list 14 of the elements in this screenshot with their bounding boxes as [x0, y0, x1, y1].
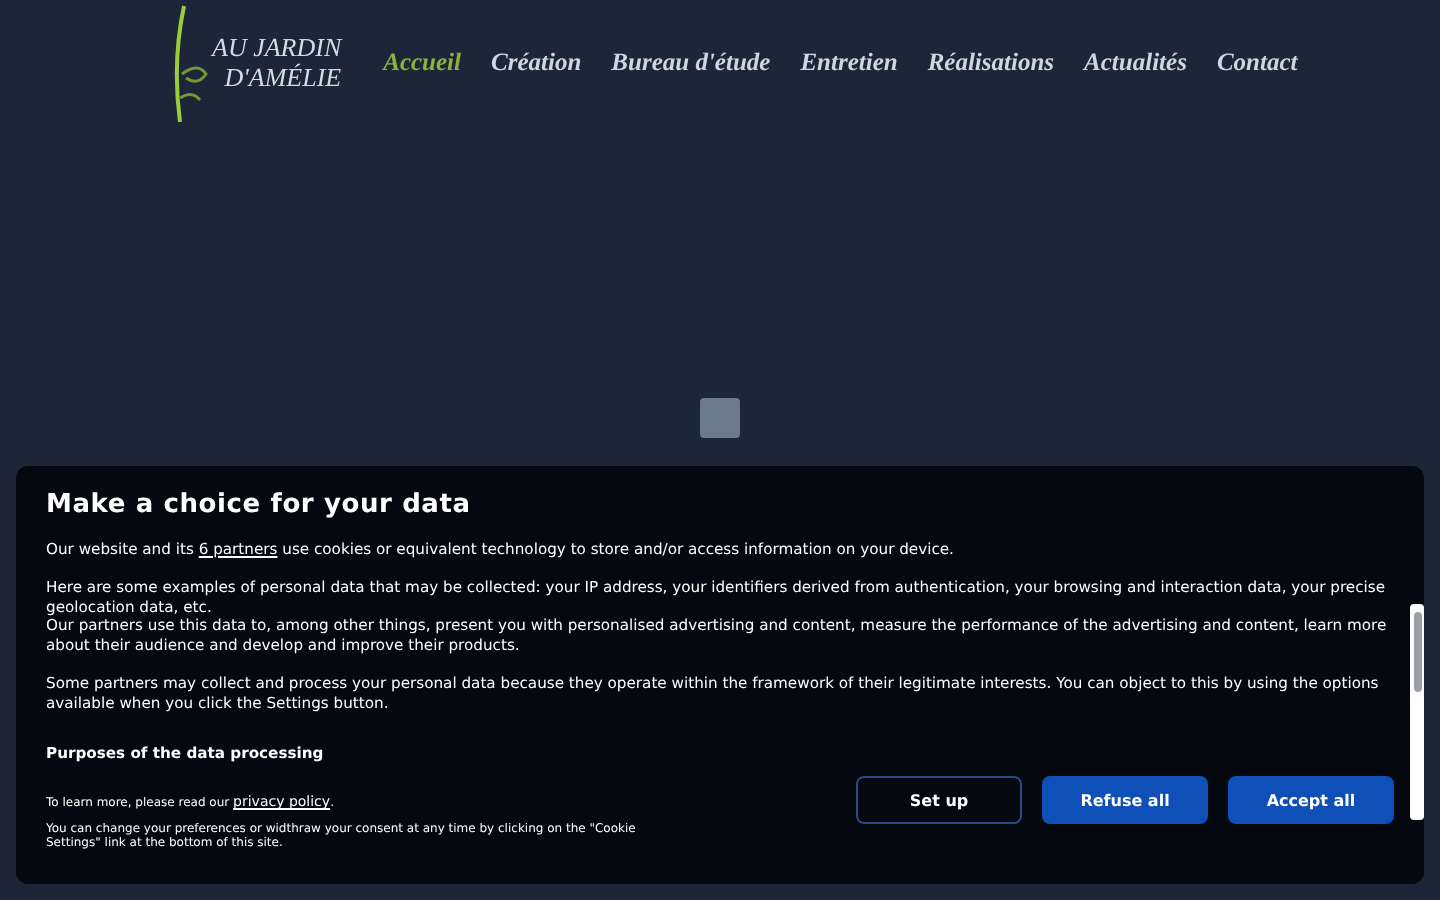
nav-link[interactable]: Entretien: [786, 47, 912, 77]
consent-button[interactable]: Set up: [856, 776, 1022, 824]
consent-button[interactable]: Refuse all: [1042, 776, 1208, 824]
nav-link[interactable]: Bureau d'étude: [597, 47, 785, 77]
dialog-title: Make a choice for your data: [46, 490, 473, 520]
nav-link[interactable]: Actualités: [1070, 47, 1201, 77]
logo-text: AU JARDIN D'AMÉLIE: [212, 32, 342, 92]
scrollbar[interactable]: [1410, 604, 1424, 820]
nav-link[interactable]: Contact: [1202, 47, 1312, 77]
nav-link[interactable]: Accueil: [369, 47, 476, 77]
nav-link[interactable]: Création: [477, 47, 596, 77]
nav-link[interactable]: Réalisations: [913, 47, 1069, 77]
consent-button[interactable]: Accept all: [1228, 776, 1394, 824]
loading-spinner-icon: [700, 398, 740, 438]
